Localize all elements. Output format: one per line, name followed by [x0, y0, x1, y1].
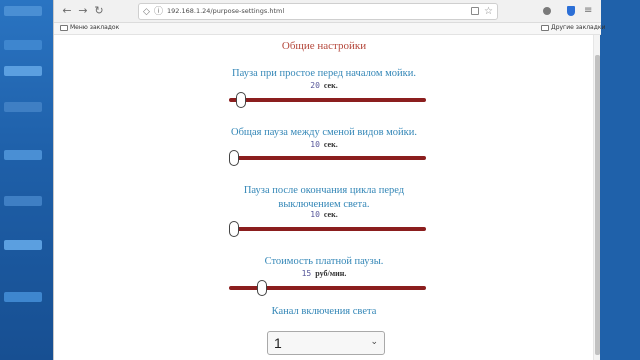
slider-idle-pause[interactable]: [229, 92, 426, 108]
setting-label-mode-change-pause: Общая пауза между сменой видов мойки.: [230, 127, 418, 138]
other-bookmarks-label: Другие закладки: [551, 24, 606, 31]
setting-unit: сек.: [323, 81, 338, 90]
setting-value-row: 10 сек.: [224, 140, 424, 149]
setting-unit: сек.: [323, 210, 338, 219]
setting-label-idle-pause: Пауза при простое перед началом мойки.: [232, 68, 416, 79]
slider-light-off-pause[interactable]: [229, 221, 426, 237]
page-action-icon[interactable]: [471, 7, 479, 15]
menu-icon[interactable]: ≡: [584, 4, 592, 18]
bookmarks-menu-label: Меню закладок: [70, 24, 120, 31]
forward-icon[interactable]: →: [76, 4, 90, 18]
page-content: Общие настройки Пауза при простое перед …: [54, 35, 594, 360]
desktop-icon[interactable]: [4, 240, 42, 250]
slider-paid-pause-cost[interactable]: [229, 280, 426, 296]
screen: ← → ↻ ◇ ⓘ 192.168.1.24/purpose-settings.…: [0, 0, 640, 360]
setting-value: 15: [301, 269, 312, 278]
setting-value: 10: [310, 210, 320, 219]
other-bookmarks[interactable]: Другие закладки: [541, 24, 605, 31]
reload-icon[interactable]: ↻: [92, 4, 106, 18]
url-text[interactable]: 192.168.1.24/purpose-settings.html: [167, 7, 284, 15]
folder-icon: [541, 24, 549, 31]
setting-value: 20: [310, 81, 320, 90]
bookmarks-bar: Меню закладок Другие закладки: [54, 23, 605, 35]
extension-shield-icon[interactable]: [567, 6, 575, 16]
desktop-icon[interactable]: [4, 150, 42, 160]
setting-label-paid-pause-cost: Стоимость платной паузы.: [264, 256, 384, 267]
slider-thumb[interactable]: [229, 221, 239, 237]
desktop-icon[interactable]: [4, 6, 42, 16]
slider-mode-change-pause[interactable]: [229, 150, 426, 166]
slider-thumb[interactable]: [229, 150, 239, 166]
folder-icon: [60, 24, 68, 31]
bookmarks-menu[interactable]: Меню закладок: [60, 24, 119, 31]
channel-select[interactable]: 1 ⌄: [267, 331, 385, 355]
browser-toolbar: ← → ↻ ◇ ⓘ 192.168.1.24/purpose-settings.…: [54, 0, 601, 23]
channel-selected-value: 1: [274, 335, 282, 351]
desktop-icon[interactable]: [4, 196, 42, 206]
desktop-right: [600, 0, 640, 360]
setting-unit: руб/мин.: [315, 269, 347, 278]
browser-window: ← → ↻ ◇ ⓘ 192.168.1.24/purpose-settings.…: [53, 0, 605, 360]
chevron-down-icon: ⌄: [370, 337, 378, 347]
setting-value: 10: [310, 140, 320, 149]
desktop-icon[interactable]: [4, 40, 42, 50]
back-icon[interactable]: ←: [60, 4, 74, 18]
address-bar[interactable]: ◇ ⓘ 192.168.1.24/purpose-settings.html ☆: [138, 3, 498, 20]
setting-label-light-off-pause: Пауза после окончания цикла перед выключ…: [243, 185, 405, 210]
desktop-icon[interactable]: [4, 102, 42, 112]
vertical-scrollbar[interactable]: [593, 35, 600, 360]
setting-unit: сек.: [323, 140, 338, 149]
bookmark-star-icon[interactable]: ☆: [484, 6, 493, 18]
slider-thumb[interactable]: [257, 280, 268, 296]
setting-value-row: 10 сек.: [224, 210, 424, 219]
scrollbar-thumb[interactable]: [595, 55, 600, 355]
desktop-icon[interactable]: [4, 292, 42, 302]
shield-icon[interactable]: ◇: [143, 6, 150, 18]
info-icon[interactable]: ⓘ: [154, 6, 163, 18]
desktop-icon[interactable]: [4, 66, 42, 76]
pocket-icon[interactable]: [543, 7, 551, 15]
channel-label: Канал включения света: [271, 306, 377, 317]
setting-value-row: 15 руб/мин.: [224, 269, 424, 278]
page-title: Общие настройки: [281, 40, 367, 52]
setting-value-row: 20 сек.: [224, 81, 424, 90]
slider-thumb[interactable]: [236, 92, 247, 108]
desktop-left: [0, 0, 53, 360]
